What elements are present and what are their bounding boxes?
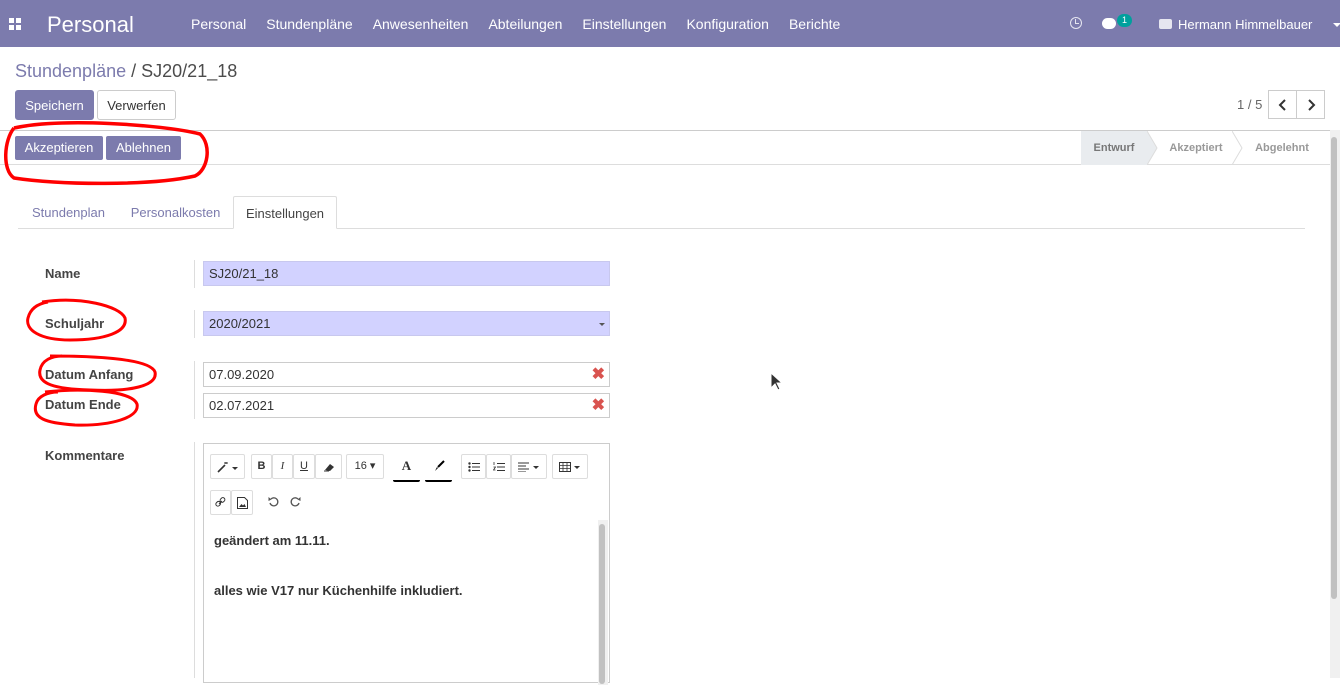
discard-button[interactable]: Verwerfen — [97, 90, 176, 120]
undo-icon — [268, 497, 279, 507]
name-label: Name — [45, 266, 81, 281]
stage-rejected[interactable]: Abgelehnt — [1245, 131, 1319, 165]
name-field[interactable]: SJ20/21_18 — [203, 261, 610, 286]
undo-button[interactable] — [263, 490, 284, 515]
font-color-button[interactable]: A — [393, 452, 420, 482]
tab-personalkosten[interactable]: Personalkosten — [121, 196, 230, 229]
stage-separator-icon — [1147, 131, 1158, 165]
paint-brush-icon — [434, 460, 445, 471]
activity-clock-icon[interactable] — [1070, 17, 1082, 29]
label-separator — [194, 442, 195, 678]
bullet-list-icon — [467, 462, 480, 472]
link-icon — [215, 497, 226, 507]
image-icon — [236, 497, 248, 509]
clear-end-date-icon[interactable]: ✖ — [592, 394, 605, 417]
menu-item-einstellungen[interactable]: Einstellungen — [572, 16, 676, 32]
schoolyear-value: 2020/2021 — [209, 316, 271, 331]
editor-scrollbar-thumb[interactable] — [599, 524, 605, 684]
user-company-icon[interactable] — [1159, 19, 1172, 29]
bullet-list-button[interactable] — [461, 454, 486, 479]
stage-accepted[interactable]: Akzeptiert — [1160, 131, 1232, 165]
numbered-list-icon — [492, 462, 505, 471]
table-icon — [559, 462, 580, 472]
pager-previous-button[interactable] — [1268, 90, 1297, 119]
editor-line-1[interactable]: geändert am 11.11. — [214, 533, 330, 548]
eraser-icon — [323, 464, 334, 472]
user-menu-name[interactable]: Hermann Himmelbauer — [1178, 17, 1312, 32]
menu-item-konfiguration[interactable]: Konfiguration — [676, 16, 779, 32]
start-date-field[interactable]: 07.09.2020 ✖ — [203, 362, 610, 387]
background-color-button[interactable] — [425, 452, 452, 482]
editor-line-2[interactable]: alles wie V17 nur Küchenhilfe inkludiert… — [214, 583, 463, 598]
link-button[interactable] — [210, 490, 231, 515]
main-menu: Personal Stundenpläne Anwesenheiten Abte… — [181, 0, 850, 47]
page-scrollbar-thumb[interactable] — [1331, 137, 1337, 599]
breadcrumb-separator: / — [131, 61, 137, 81]
chat-icon[interactable] — [1102, 18, 1116, 29]
save-button[interactable]: Speichern — [15, 90, 94, 120]
user-caret-down-icon[interactable] — [1333, 23, 1340, 27]
table-dropdown-button[interactable] — [552, 454, 588, 479]
label-separator — [194, 260, 195, 288]
end-date-value: 02.07.2021 — [209, 398, 275, 413]
tab-einstellungen[interactable]: Einstellungen — [233, 196, 337, 229]
numbered-list-button[interactable] — [486, 454, 511, 479]
align-left-icon — [518, 462, 539, 473]
italic-button[interactable]: I — [272, 454, 293, 479]
stage-draft[interactable]: Entwurf — [1081, 131, 1147, 165]
menu-item-anwesenheiten[interactable]: Anwesenheiten — [363, 16, 479, 32]
style-dropdown-button[interactable] — [210, 454, 245, 479]
reject-button[interactable]: Ablehnen — [106, 136, 181, 160]
align-dropdown-button[interactable] — [511, 454, 547, 479]
redo-icon — [290, 497, 301, 507]
schoolyear-label: Schuljahr — [45, 316, 105, 331]
breadcrumb-parent[interactable]: Stundenpläne — [15, 61, 126, 81]
tab-stundenplan[interactable]: Stundenplan — [18, 196, 119, 229]
comments-editor[interactable]: B I U 16 ▾ A geändert am 11.11. alles wi… — [203, 443, 610, 685]
clear-start-date-icon[interactable]: ✖ — [592, 363, 605, 386]
name-value: SJ20/21_18 — [209, 266, 279, 281]
start-date-value: 07.09.2020 — [209, 367, 275, 382]
breadcrumb-current: SJ20/21_18 — [141, 61, 238, 81]
menu-item-berichte[interactable]: Berichte — [779, 16, 850, 32]
select-caret-icon — [599, 323, 605, 326]
comments-label: Kommentare — [45, 448, 125, 463]
font-size-dropdown[interactable]: 16 ▾ — [346, 454, 384, 479]
menu-item-stundenplaene[interactable]: Stundenpläne — [256, 16, 362, 32]
accept-button[interactable]: Akzeptieren — [15, 136, 103, 160]
label-separator — [194, 310, 195, 338]
image-button[interactable] — [231, 490, 253, 515]
schoolyear-select[interactable]: 2020/2021 — [203, 311, 610, 336]
start-date-label: Datum Anfang — [45, 367, 134, 382]
red-annotation-overlay — [4, 121, 209, 427]
app-brand[interactable]: Personal — [47, 12, 134, 38]
breadcrumb: Stundenpläne / SJ20/21_18 — [15, 61, 237, 82]
label-separator — [194, 361, 195, 419]
bold-button[interactable]: B — [251, 454, 272, 479]
pager-next-button[interactable] — [1296, 90, 1325, 119]
chevron-right-icon — [1308, 99, 1316, 111]
chevron-left-icon — [1278, 99, 1286, 111]
redo-button[interactable] — [285, 490, 306, 515]
menu-item-abteilungen[interactable]: Abteilungen — [478, 16, 572, 32]
menu-item-personal[interactable]: Personal — [181, 16, 256, 32]
apps-menu-icon[interactable] — [9, 18, 21, 30]
chat-counter-badge: 1 — [1117, 14, 1132, 27]
pager-value[interactable]: 1 / 5 — [1237, 97, 1262, 112]
status-bar: Akzeptieren Ablehnen Entwurf Akzeptiert … — [0, 130, 1330, 165]
font-size-value: 16 — [354, 460, 367, 472]
mouse-cursor-icon — [770, 372, 784, 391]
magic-wand-icon — [216, 462, 238, 473]
end-date-field[interactable]: 02.07.2021 ✖ — [203, 393, 610, 418]
underline-button[interactable]: U — [293, 454, 315, 479]
top-navbar: Personal Personal Stundenpläne Anwesenhe… — [0, 0, 1340, 47]
end-date-label: Datum Ende — [45, 397, 121, 412]
eraser-button[interactable] — [315, 454, 342, 479]
stage-separator-icon — [1232, 131, 1243, 165]
